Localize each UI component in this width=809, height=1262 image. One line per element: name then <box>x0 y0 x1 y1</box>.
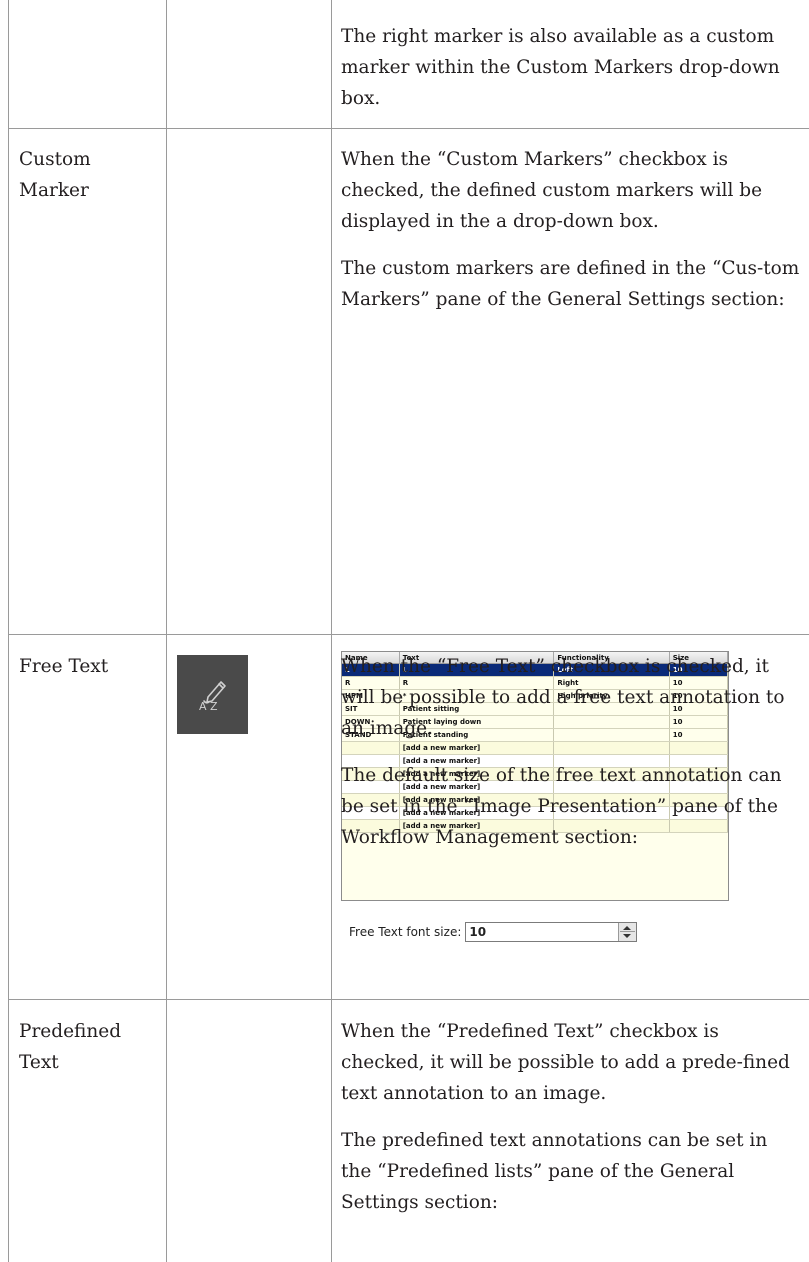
font-size-spinner[interactable] <box>618 923 637 941</box>
free-text-annotation-icon: A Z <box>177 655 248 734</box>
row-divider-3 <box>8 999 809 1000</box>
row1-paragraph-2: The custom markers are defined in the “C… <box>341 258 800 310</box>
row3-paragraph-1: When the “Predefined Text” checkbox is c… <box>341 1021 790 1104</box>
free-text-font-size-control: Free Text font size: 10 <box>349 919 638 945</box>
row-divider-1 <box>8 128 809 129</box>
row-divider-2 <box>8 634 809 635</box>
table-left-border <box>8 0 9 1262</box>
row0-paragraph-1: The right marker is also available as a … <box>341 26 780 109</box>
row-label-predefined-text: Predefined Text <box>19 1021 122 1073</box>
column-divider-1 <box>166 0 167 1262</box>
row1-paragraph-1: When the “Custom Markers” checkbox is ch… <box>341 149 763 232</box>
spin-up-icon[interactable] <box>623 926 632 930</box>
font-size-input[interactable]: 10 <box>465 922 638 942</box>
row2-paragraph-1: When the “Free Text” checkbox is checked… <box>341 656 785 739</box>
row3-paragraph-2: The predefined text annotations can be s… <box>341 1130 768 1213</box>
column-divider-2 <box>331 0 332 1262</box>
row-label-free-text: Free Text <box>19 656 109 677</box>
font-size-label: Free Text font size: <box>349 925 462 939</box>
row-label-custom-marker: Custom Marker <box>19 149 91 201</box>
font-size-value: 10 <box>469 925 487 939</box>
row2-paragraph-2: The default size of the free text annota… <box>341 765 782 848</box>
svg-text:A Z: A Z <box>199 700 218 713</box>
spin-down-icon[interactable] <box>623 934 632 938</box>
